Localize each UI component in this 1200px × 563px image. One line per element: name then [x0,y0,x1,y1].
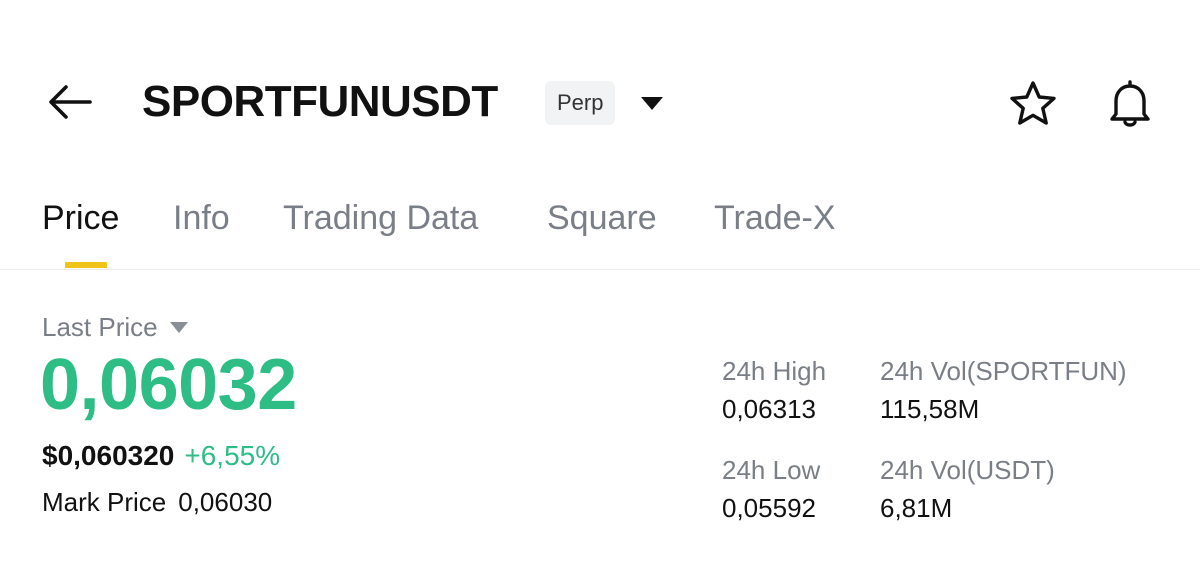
stat-value: 115,58M [880,394,980,424]
mark-price-label: Mark Price [42,487,167,517]
caret-down-icon [169,321,188,333]
tab-trading-data[interactable]: Trading Data [283,192,478,244]
price-change-percent: +6,55% [184,440,281,471]
mark-price-line: Mark Price 0,06030 [42,484,272,520]
arrow-left-icon [49,85,92,119]
stat-value: 0,05592 [722,493,816,523]
last-price-selector[interactable]: Last Price [42,309,188,345]
stat-label: 24h Vol(USDT) [880,455,1055,485]
stat-label: 24h Vol(SPORTFUN) [880,356,1127,386]
symbol-title[interactable]: SPORTFUNUSDT [142,74,498,130]
tab-price[interactable]: Price [42,192,119,244]
bell-icon [1110,80,1150,127]
stat-24h-high: 24h High 0,06313 [722,353,826,427]
usd-price-line: $0,060320 +6,55% [42,437,280,475]
favorite-button[interactable] [1005,78,1061,130]
stat-value: 0,06313 [722,394,816,424]
last-price-value: 0,06032 [40,345,297,425]
tab-square[interactable]: Square [547,192,657,244]
star-icon [1010,81,1056,125]
stat-value: 6,81M [880,493,953,523]
tab-bar: Price Info Trading Data Square Trade-X [0,192,1200,270]
tab-trade-x[interactable]: Trade-X [714,192,836,244]
header: SPORTFUNUSDT Perp [0,60,1200,146]
alert-button[interactable] [1100,76,1160,132]
back-button[interactable] [44,78,96,126]
stat-24h-vol-base: 24h Vol(SPORTFUN) 115,58M [880,353,1127,427]
stat-label: 24h Low [722,455,821,485]
last-price-label: Last Price [42,312,158,342]
tab-divider [0,269,1200,270]
active-tab-indicator [65,262,107,268]
symbol-dropdown-button[interactable] [637,90,667,116]
tab-info[interactable]: Info [173,192,230,244]
stat-24h-vol-quote: 24h Vol(USDT) 6,81M [880,452,1055,526]
contract-type-badge: Perp [545,81,616,125]
stat-24h-low: 24h Low 0,05592 [722,452,820,526]
page: SPORTFUNUSDT Perp Price Info Trading Dat… [0,0,1200,563]
stat-label: 24h High [722,356,827,386]
caret-down-icon [641,97,663,110]
usd-price: $0,060320 [42,440,175,471]
mark-price-value: 0,06030 [178,487,273,517]
